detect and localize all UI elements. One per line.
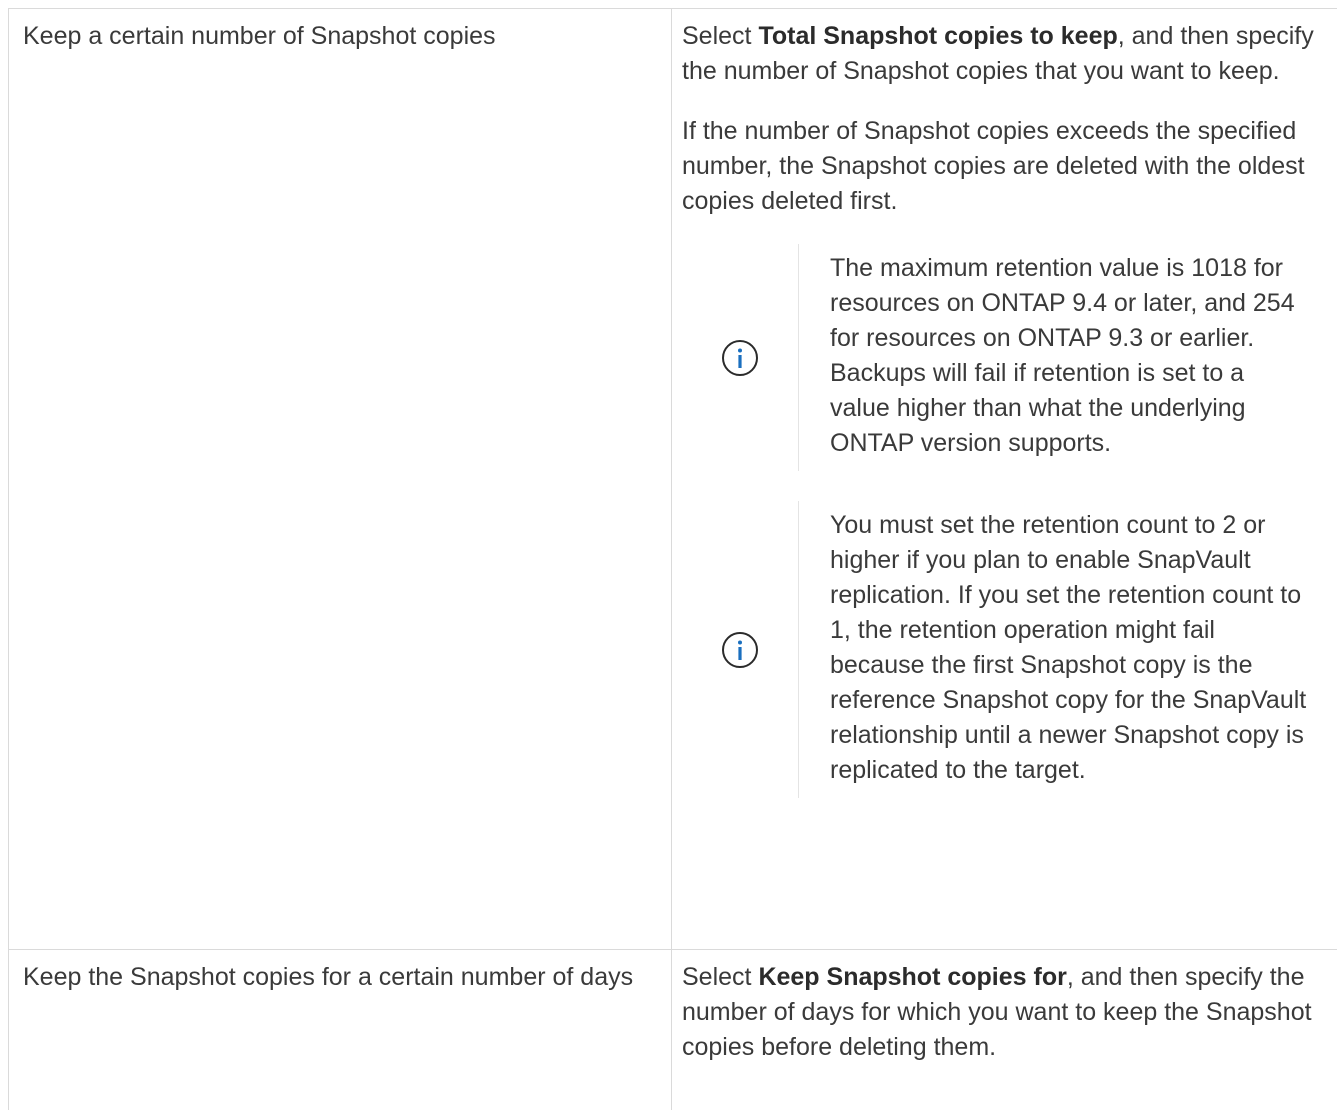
ui-option-name: Keep Snapshot copies for	[758, 963, 1066, 991]
info-icon	[721, 631, 759, 669]
note-text: You must set the retention count to 2 or…	[799, 501, 1318, 798]
table-cell-description: Select Keep Snapshot copies for, and the…	[672, 950, 1337, 1110]
intro-prefix: Select	[682, 963, 758, 991]
table-cell-option: Keep a certain number of Snapshot copies	[9, 9, 672, 950]
option-label: Keep a certain number of Snapshot copies	[23, 19, 657, 54]
note-icon-column	[682, 501, 799, 798]
table-row: Keep a certain number of Snapshot copies…	[9, 9, 1337, 950]
retention-options-table: Keep a certain number of Snapshot copies…	[8, 8, 1337, 1110]
table-cell-option: Keep the Snapshot copies for a certain n…	[9, 950, 672, 1110]
description-intro: Select Total Snapshot copies to keep, an…	[682, 19, 1318, 89]
intro-prefix: Select	[682, 22, 758, 50]
note-icon-column	[682, 244, 799, 471]
description-intro: Select Keep Snapshot copies for, and the…	[682, 960, 1318, 1065]
table-row: Keep the Snapshot copies for a certain n…	[9, 950, 1337, 1110]
ui-option-name: Total Snapshot copies to keep	[758, 22, 1117, 50]
note-block: You must set the retention count to 2 or…	[682, 501, 1318, 798]
note-text: The maximum retention value is 1018 for …	[799, 244, 1318, 471]
note-block: The maximum retention value is 1018 for …	[682, 244, 1318, 471]
description-paragraph: If the number of Snapshot copies exceeds…	[682, 114, 1318, 219]
table-cell-description: Select Total Snapshot copies to keep, an…	[672, 9, 1337, 950]
info-icon	[721, 339, 759, 377]
option-label: Keep the Snapshot copies for a certain n…	[23, 960, 657, 995]
